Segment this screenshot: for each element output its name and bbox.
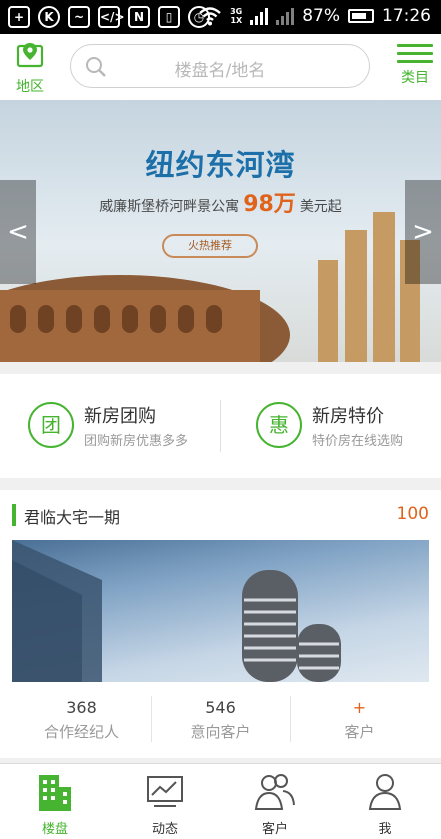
status-bar: + K ~ </> N ▯ ◷ 3G 1X 87% 17:26 (0, 0, 441, 34)
listing-count: 100 (396, 504, 429, 524)
user-icon (368, 774, 402, 810)
banner-image (0, 212, 420, 362)
stat-agents: 368 合作经纪人 (43, 698, 119, 741)
special-price-icon: 惠 (256, 402, 302, 448)
map-pin-icon (16, 43, 44, 68)
users-icon (254, 774, 295, 810)
listing-card[interactable]: 君临大宅一期 100 368 合作经纪人 546 意向客户 + 客户 (0, 490, 441, 758)
nfc-icon: N (128, 6, 150, 28)
tab-news[interactable]: 动态 (110, 772, 220, 837)
banner-price: 98万 (243, 192, 296, 217)
search-input[interactable]: 楼盘名/地名 (70, 44, 370, 88)
banner-subtitle: 威廉斯堡桥河畔景公寓 98万 美元起 (99, 192, 342, 217)
section-marker (12, 504, 16, 526)
building-icon (39, 775, 71, 811)
category-label: 类目 (401, 70, 429, 86)
code-icon: </> (98, 6, 125, 28)
group-buy-title: 新房团购 (84, 406, 156, 427)
feature-divider (220, 400, 221, 452)
feature-entries: 团 新房团购 团购新房优惠多多 惠 新房特价 特价房在线选购 (0, 374, 441, 478)
battery-percent: 87% (302, 6, 340, 26)
group-buy-subtitle: 团购新房优惠多多 (84, 434, 189, 449)
category-button[interactable]: 类目 (397, 44, 433, 87)
listing-stats: 368 合作经纪人 546 意向客户 + 客户 (12, 690, 429, 748)
clock: 17:26 (382, 6, 431, 26)
add-customer-button[interactable]: + 客户 (290, 690, 429, 748)
special-price-title: 新房特价 (312, 406, 384, 427)
banner-next-button[interactable]: > (405, 180, 441, 284)
search-placeholder: 楼盘名/地名 (174, 61, 266, 81)
bottom-tab-bar: 楼盘 动态 客户 我 (0, 763, 441, 839)
k-app-icon: K (38, 6, 60, 28)
notification-icons: + K ~ </> N ▯ ◷ (8, 6, 210, 28)
stat-intended-customers: 546 意向客户 (190, 698, 251, 741)
listing-title: 君临大宅一期 (24, 508, 121, 527)
battery-icon (348, 9, 374, 23)
group-buy-entry[interactable]: 团 新房团购 团购新房优惠多多 (28, 398, 228, 454)
wifi-icon (199, 7, 221, 26)
region-button[interactable]: 地区 (10, 40, 50, 96)
signal-icon (250, 7, 269, 25)
chart-monitor-icon (147, 776, 183, 807)
tab-customers[interactable]: 客户 (220, 772, 330, 837)
top-bar: 地区 楼盘名/地名 类目 (0, 34, 441, 100)
banner-carousel[interactable]: 纽约东河湾 威廉斯堡桥河畔景公寓 98万 美元起 火热推荐 < > (0, 100, 441, 362)
tab-me[interactable]: 我 (330, 772, 440, 837)
add-notification-icon: + (8, 6, 30, 28)
tab-properties[interactable]: 楼盘 (0, 772, 110, 837)
group-buy-icon: 团 (28, 402, 74, 448)
hot-recommend-button[interactable]: 火热推荐 (162, 234, 258, 258)
banner-title: 纽约东河湾 (145, 148, 296, 182)
image-icon: ~ (68, 6, 90, 28)
menu-icon (397, 44, 433, 63)
special-price-entry[interactable]: 惠 新房特价 特价房在线选购 (256, 398, 441, 454)
network-type: 3G 1X (230, 7, 243, 25)
listing-image[interactable] (12, 540, 429, 682)
building-photo (12, 540, 341, 682)
signal-icon-2 (276, 7, 295, 25)
banner-prev-button[interactable]: < (0, 180, 36, 284)
vibrate-icon: ▯ (158, 6, 180, 28)
region-label: 地区 (16, 79, 44, 95)
special-price-subtitle: 特价房在线选购 (312, 434, 404, 449)
